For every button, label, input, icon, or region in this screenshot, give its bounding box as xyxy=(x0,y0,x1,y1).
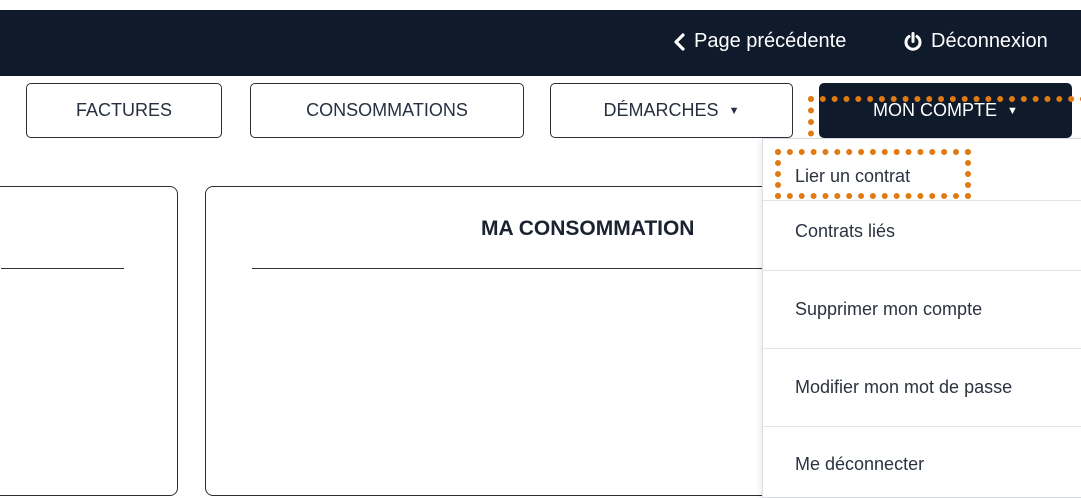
consommations-button[interactable]: CONSOMMATIONS xyxy=(250,83,524,138)
caret-down-icon: ▼ xyxy=(1007,104,1018,117)
factures-label: FACTURES xyxy=(75,100,172,120)
menu-item-lier-un-contrat[interactable]: Lier un contrat xyxy=(795,166,910,187)
menu-item-contrats-lies[interactable]: Contrats liés xyxy=(795,221,895,242)
consommations-label: CONSOMMATIONS xyxy=(306,100,468,120)
menu-item-supprimer-compte[interactable]: Supprimer mon compte xyxy=(795,299,982,320)
divider xyxy=(1,268,124,269)
factures-button[interactable]: FACTURES xyxy=(26,83,222,138)
mon-compte-dropdown-button[interactable]: MON COMPTE ▼ xyxy=(819,83,1072,138)
power-icon xyxy=(903,31,923,52)
menu-item-me-deconnecter[interactable]: Me déconnecter xyxy=(795,454,924,475)
menu-divider xyxy=(763,270,1081,271)
top-bar: Page précédente Déconnexion xyxy=(0,10,1081,76)
demarches-dropdown-button[interactable]: DÉMARCHES ▼ xyxy=(550,83,793,138)
menu-item-modifier-mot-de-passe[interactable]: Modifier mon mot de passe xyxy=(795,377,1012,398)
demarches-label: DÉMARCHES xyxy=(603,100,719,120)
logout-label: Déconnexion xyxy=(931,30,1048,52)
caret-down-icon: ▼ xyxy=(728,104,740,117)
chevron-left-icon xyxy=(672,32,686,51)
left-card xyxy=(0,186,178,496)
menu-divider xyxy=(763,426,1081,427)
consumption-title: MA CONSOMMATION xyxy=(481,217,695,240)
previous-page-label: Page précédente xyxy=(694,30,847,52)
consumption-card: MA CONSOMMATION xyxy=(205,186,825,496)
menu-divider xyxy=(763,348,1081,349)
previous-page-link[interactable]: Page précédente xyxy=(672,30,846,53)
divider xyxy=(252,268,812,269)
menu-divider xyxy=(763,200,1081,201)
mon-compte-label: MON COMPTE xyxy=(873,100,998,120)
logout-link[interactable]: Déconnexion xyxy=(903,30,1048,53)
account-dropdown-menu: Lier un contrat Contrats liés Supprimer … xyxy=(762,138,1081,498)
